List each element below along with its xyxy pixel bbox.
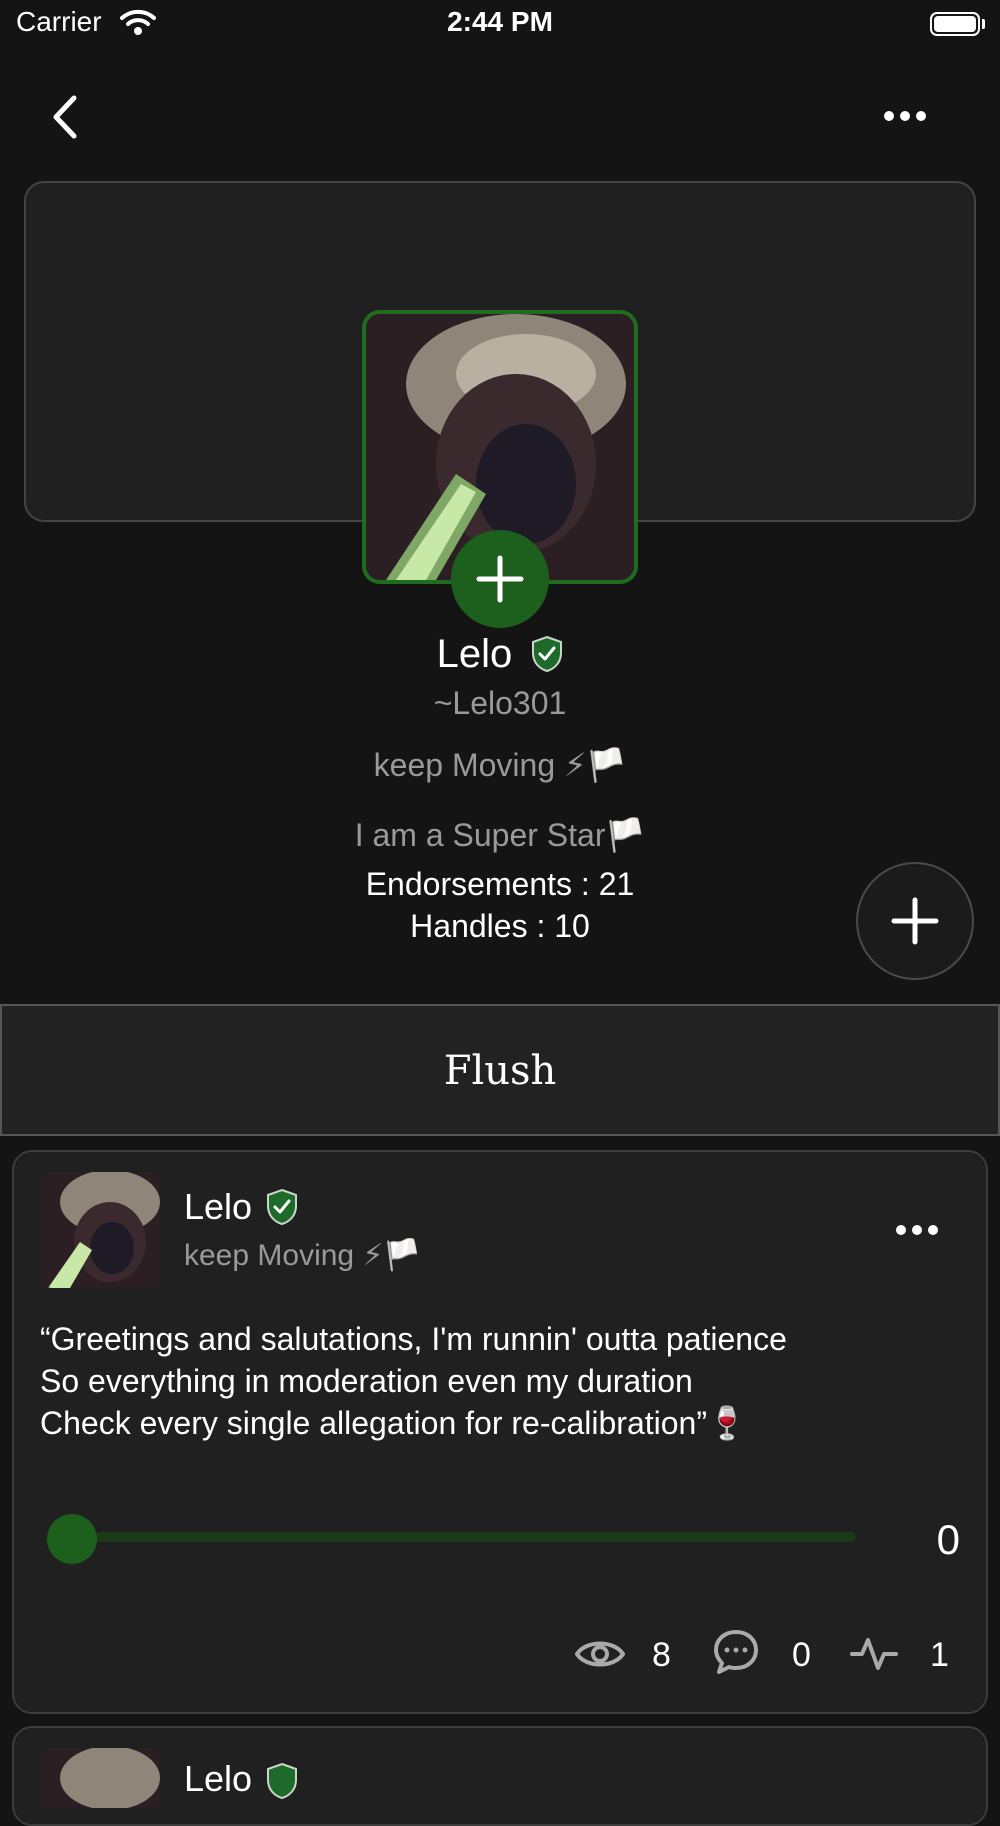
back-button[interactable] [46, 92, 86, 142]
verified-shield-icon [266, 1188, 298, 1231]
rating-slider-value: 0 [936, 1516, 960, 1563]
profile-name-row: Lelo [0, 630, 1000, 680]
activity-count: 1 [930, 1636, 949, 1674]
endorsements-count[interactable]: Endorsements : 21 [0, 866, 1000, 903]
verified-shield-icon [532, 636, 563, 673]
battery-icon [930, 12, 980, 36]
activity-icon[interactable] [850, 1634, 898, 1679]
battery-tip [982, 19, 985, 29]
add-photo-button[interactable] [451, 530, 549, 628]
profile-tagline: keep Moving ⚡🏳️ [373, 747, 627, 783]
profile-handle: ~Lelo301 [433, 685, 567, 721]
eye-icon [574, 1634, 626, 1679]
post-author-avatar[interactable] [40, 1748, 160, 1808]
rating-slider-thumb[interactable] [47, 1514, 97, 1564]
ellipsis-icon [896, 1225, 938, 1235]
handles-count[interactable]: Handles : 10 [0, 908, 1000, 945]
chevron-left-icon [53, 95, 77, 139]
plus-icon [476, 555, 524, 603]
comments-count: 0 [792, 1636, 811, 1674]
ellipsis-icon [884, 111, 926, 121]
status-time: 2:44 PM [447, 6, 553, 37]
verified-shield-icon [266, 1762, 298, 1805]
more-options-button[interactable] [880, 96, 930, 136]
comment-icon[interactable] [712, 1628, 760, 1681]
plus-icon [891, 897, 939, 945]
views-count: 8 [652, 1636, 671, 1674]
post-author-avatar[interactable] [40, 1172, 160, 1288]
rating-slider-track[interactable] [70, 1532, 856, 1542]
profile-bio: I am a Super Star🏳️ [354, 817, 646, 853]
post-more-button[interactable] [892, 1218, 942, 1242]
profile-name: Lelo [436, 631, 513, 676]
post-body-text: “Greetings and salutations, I'm runnin' … [40, 1321, 787, 1441]
tab-flush-label: Flush [443, 1048, 557, 1094]
create-post-button[interactable] [856, 862, 974, 980]
post-author-tagline: keep Moving ⚡🏳️ [184, 1239, 421, 1272]
post-author-name[interactable]: Lelo [184, 1186, 252, 1228]
post-author-name[interactable]: Lelo [184, 1758, 252, 1800]
